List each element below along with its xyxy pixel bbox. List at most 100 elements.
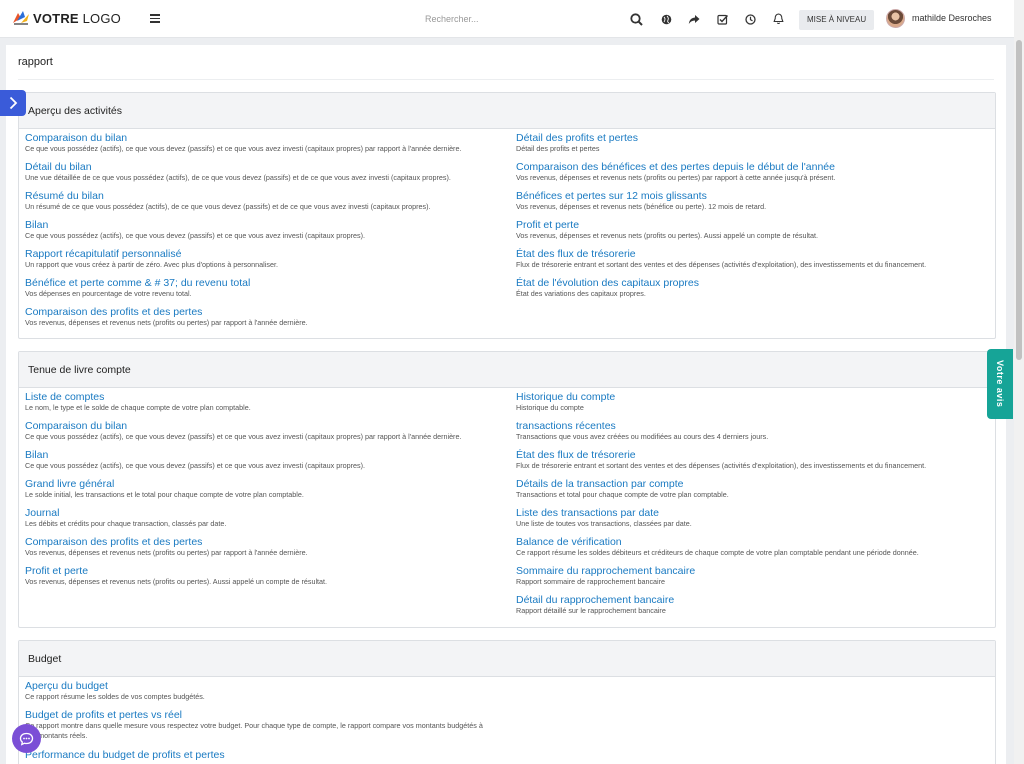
section-budget: Budget Aperçu du budget Ce rapport résume… — [18, 640, 996, 764]
feedback-label: Votre avis — [995, 360, 1005, 408]
report-description: Ce que vous possédez (actifs), ce que vo… — [25, 144, 462, 153]
scrollbar-thumb[interactable] — [1016, 40, 1022, 360]
report-description: Transactions et total pour chaque compte… — [516, 490, 729, 499]
report-description: Vos revenus, dépenses et revenus nets (p… — [25, 548, 308, 557]
logo-bird-icon — [11, 9, 31, 27]
report-link[interactable]: Bilan — [25, 219, 510, 231]
report-item[interactable]: Comparaison des profits et des pertes Vos… — [25, 534, 510, 563]
menu-hamburger-icon[interactable] — [150, 14, 160, 23]
chat-button[interactable] — [12, 724, 41, 753]
report-item[interactable]: Bilan Ce que vous possédez (actifs), ce q… — [25, 217, 510, 246]
report-link[interactable]: État de l'évolution des capitaux propres — [516, 277, 994, 289]
report-item[interactable]: État des flux de trésorerie Flux de tréso… — [516, 246, 994, 275]
report-link[interactable]: Détail du bilan — [25, 161, 510, 173]
report-link[interactable]: Bilan — [25, 449, 510, 461]
report-link[interactable]: Détail du rapprochement bancaire — [516, 594, 994, 606]
report-item[interactable]: transactions récentes Transactions que vo… — [516, 418, 994, 447]
page-title: rapport — [18, 56, 53, 68]
report-link[interactable]: Balance de vérification — [516, 536, 994, 548]
report-item[interactable]: Aperçu du budget Ce rapport résume les so… — [25, 678, 985, 707]
report-link[interactable]: Grand livre général — [25, 478, 510, 490]
report-item[interactable]: Bénéfices et pertes sur 12 mois glissant… — [516, 188, 994, 217]
report-item[interactable]: Historique du compte Historique du compte — [516, 389, 994, 418]
logo-light-text: LOGO — [78, 10, 121, 26]
avatar[interactable] — [886, 9, 905, 28]
report-link[interactable]: Sommaire du rapprochement bancaire — [516, 565, 994, 577]
report-link[interactable]: Comparaison des bénéfices et des pertes … — [516, 161, 994, 173]
section-title: Aperçu des activités — [19, 93, 995, 129]
report-item[interactable]: Détails de la transaction par compte Tran… — [516, 476, 994, 505]
report-item[interactable]: Comparaison du bilan Ce que vous possédez… — [25, 130, 510, 159]
search-icon[interactable] — [628, 11, 644, 27]
report-description: Un résumé de ce que vous possédez (actif… — [25, 202, 431, 211]
report-link[interactable]: Aperçu du budget — [25, 680, 985, 692]
report-item[interactable]: Liste des transactions par date Une liste… — [516, 505, 994, 534]
section-business-overview: Aperçu des activités Comparaison du bila… — [18, 92, 996, 339]
report-link[interactable]: Budget de profits et pertes vs réel — [25, 709, 985, 721]
report-item[interactable]: Grand livre général Le solde initial, les… — [25, 476, 510, 505]
feedback-tab[interactable]: Votre avis — [987, 349, 1013, 419]
scrollbar[interactable] — [1014, 0, 1024, 764]
report-link[interactable]: Comparaison des profits et des pertes — [25, 306, 510, 318]
report-description: Ce rapport résume les soldes de vos comp… — [25, 692, 205, 701]
report-item[interactable]: Budget de profits et pertes vs réel Ce ra… — [25, 707, 985, 747]
report-item[interactable]: Résumé du bilan Un résumé de ce que vous … — [25, 188, 510, 217]
report-description: Ce que vous possédez (actifs), ce que vo… — [25, 432, 462, 441]
report-item[interactable]: Détail du rapprochement bancaire Rapport … — [516, 592, 994, 621]
report-item[interactable]: Comparaison des bénéfices et des pertes … — [516, 159, 994, 188]
report-link[interactable]: Liste des transactions par date — [516, 507, 994, 519]
report-item[interactable]: Bénéfice et perte comme & # 37; du reven… — [25, 275, 510, 304]
report-link[interactable]: Résumé du bilan — [25, 190, 510, 202]
report-link[interactable]: Performance du budget de profits et pert… — [25, 749, 985, 761]
report-item[interactable]: Profit et perte Vos revenus, dépenses et … — [25, 563, 510, 592]
report-item[interactable]: Liste de comptes Le nom, le type et le so… — [25, 389, 510, 418]
bell-icon[interactable] — [770, 11, 786, 27]
share-icon[interactable] — [686, 11, 702, 27]
user-name[interactable]: mathilde Desroches — [912, 13, 992, 23]
report-link[interactable]: transactions récentes — [516, 420, 994, 432]
report-link[interactable]: Bénéfice et perte comme & # 37; du reven… — [25, 277, 510, 289]
report-item[interactable]: Sommaire du rapprochement bancaire Rappor… — [516, 563, 994, 592]
search-input[interactable] — [425, 11, 605, 27]
report-link[interactable]: Profit et perte — [516, 219, 994, 231]
report-link[interactable]: Détails de la transaction par compte — [516, 478, 994, 490]
report-description: Vos dépenses en pourcentage de votre rev… — [25, 289, 192, 298]
report-link[interactable]: Journal — [25, 507, 510, 519]
report-description: Ce rapport montre dans quelle mesure vou… — [25, 721, 483, 740]
report-item[interactable]: Balance de vérification Ce rapport résume… — [516, 534, 994, 563]
report-item[interactable]: Journal Les débits et crédits pour chaque… — [25, 505, 510, 534]
report-item[interactable]: Comparaison du bilan Ce que vous possédez… — [25, 418, 510, 447]
divider — [18, 79, 994, 80]
globe-icon[interactable] — [658, 11, 674, 27]
report-item[interactable]: Détail des profits et pertes Détail des p… — [516, 130, 994, 159]
report-link[interactable]: Rapport récapitulatif personnalisé — [25, 248, 510, 260]
report-item[interactable]: État de l'évolution des capitaux propres… — [516, 275, 994, 304]
report-link[interactable]: Bénéfices et pertes sur 12 mois glissant… — [516, 190, 994, 202]
report-link[interactable]: Liste de comptes — [25, 391, 510, 403]
report-link[interactable]: Profit et perte — [25, 565, 510, 577]
report-item[interactable]: État des flux de trésorerie Flux de tréso… — [516, 447, 994, 476]
report-item[interactable]: Bilan Ce que vous possédez (actifs), ce q… — [25, 447, 510, 476]
checklist-icon[interactable] — [714, 11, 730, 27]
report-link[interactable]: État des flux de trésorerie — [516, 449, 994, 461]
report-link[interactable]: Historique du compte — [516, 391, 994, 403]
logo[interactable]: VOTRE LOGO — [11, 8, 121, 28]
upgrade-button[interactable]: MISE À NIVEAU — [799, 10, 875, 30]
report-link[interactable]: Comparaison du bilan — [25, 420, 510, 432]
report-link[interactable]: Comparaison des profits et des pertes — [25, 536, 510, 548]
report-description: Ce que vous possédez (actifs), ce que vo… — [25, 231, 365, 240]
report-link[interactable]: Détail des profits et pertes — [516, 132, 994, 144]
clock-icon[interactable] — [742, 11, 758, 27]
report-item[interactable]: Détail du bilan Une vue détaillée de ce q… — [25, 159, 510, 188]
report-item[interactable]: Comparaison des profits et des pertes Vos… — [25, 304, 510, 333]
report-item[interactable]: Profit et perte Vos revenus, dépenses et … — [516, 217, 994, 246]
report-link[interactable]: Comparaison du bilan — [25, 132, 510, 144]
logo-bold-text: VOTRE — [33, 10, 79, 26]
report-description: Ce rapport résume les soldes débiteurs e… — [516, 548, 919, 557]
report-description: Le solde initial, les transactions et le… — [25, 490, 304, 499]
report-description: Flux de trésorerie entrant et sortant de… — [516, 461, 927, 470]
report-item[interactable]: Rapport récapitulatif personnalisé Un rap… — [25, 246, 510, 275]
report-link[interactable]: État des flux de trésorerie — [516, 248, 994, 260]
report-item[interactable]: Performance du budget de profits et pert… — [25, 747, 985, 764]
sidebar-toggle-button[interactable] — [0, 90, 26, 116]
